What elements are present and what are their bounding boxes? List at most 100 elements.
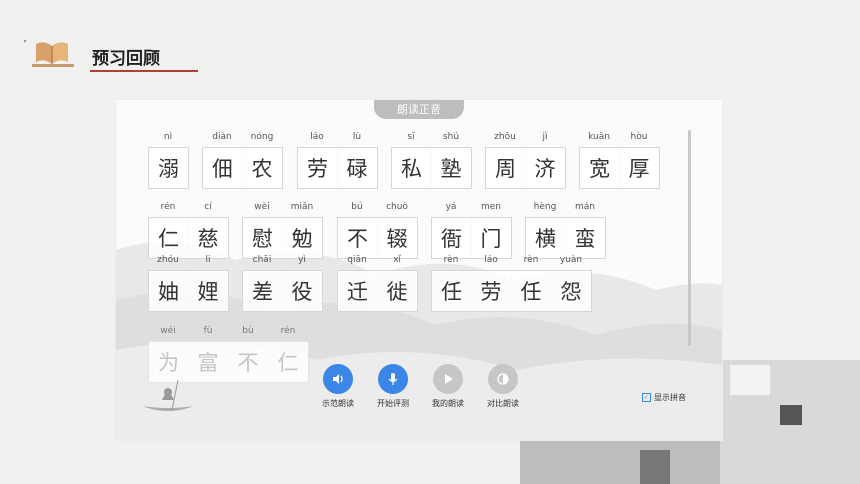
char-cell: nì 溺 — [148, 132, 189, 194]
hanzi-box: 慈 — [188, 217, 229, 259]
hanzi-box: 厚 — [619, 147, 660, 189]
char-cell: chāi 差 — [242, 255, 283, 317]
control-label: 示范朗读 — [322, 399, 354, 408]
hanzi-box: 溺 — [148, 147, 189, 189]
pinyin-label: zhóu — [157, 255, 179, 265]
show-pinyin-toggle[interactable]: ✓ 显示拼音 — [642, 392, 686, 403]
control-button[interactable]: 对比朗读 — [473, 364, 533, 409]
pinyin-label: bú — [351, 202, 363, 212]
compare-icon[interactable] — [488, 364, 518, 394]
hanzi-box: 农 — [242, 147, 283, 189]
hanzi-box: 劳 — [471, 270, 512, 312]
hanzi-box: 衙 — [431, 217, 472, 259]
word-card[interactable]: qiān 迁 xǐ 徙 — [337, 255, 418, 317]
pinyin-label: láo — [484, 255, 498, 265]
pinyin-label: bù — [242, 326, 254, 336]
speaker-icon[interactable] — [323, 364, 353, 394]
char-cell: láo 劳 — [297, 132, 338, 194]
hanzi-box: 辍 — [377, 217, 418, 259]
char-cell: hòu 厚 — [619, 132, 660, 194]
char-cell: sī 私 — [391, 132, 432, 194]
reading-panel: 朗读正音 nì 溺 diàn 佃 nóng 农 láo 劳 lù 碌 sī 私 shú 塾 zhōu 周 jì 济… — [116, 100, 722, 440]
word-card[interactable]: kuān 宽 hòu 厚 — [579, 132, 660, 194]
control-label: 对比朗读 — [487, 399, 519, 408]
word-card[interactable]: sī 私 shú 塾 — [391, 132, 472, 194]
pinyin-label: rén — [280, 326, 296, 336]
word-card[interactable]: zhóu 妯 li 娌 — [148, 255, 229, 317]
char-cell: jì 济 — [525, 132, 566, 194]
control-button[interactable]: 示范朗读 — [308, 364, 368, 409]
word-card[interactable]: láo 劳 lù 碌 — [297, 132, 378, 194]
hanzi-box: 碌 — [337, 147, 378, 189]
title-underline — [90, 70, 198, 72]
char-cell: nóng 农 — [242, 132, 283, 194]
control-label: 我的朗读 — [432, 399, 464, 408]
char-cell: rèn 任 — [511, 255, 552, 317]
char-cell: lù 碌 — [337, 132, 378, 194]
char-cell: láo 劳 — [471, 255, 512, 317]
microphone-icon[interactable] — [378, 364, 408, 394]
hanzi-box: 不 — [228, 341, 269, 383]
char-cell: rèn 任 — [431, 255, 472, 317]
control-button[interactable]: 开始评测 — [363, 364, 423, 409]
pinyin-label: nì — [163, 132, 173, 142]
char-cell: xǐ 徙 — [377, 255, 418, 317]
pinyin-label: rèn — [443, 255, 459, 265]
pinyin-label: wèi — [254, 202, 270, 212]
word-card[interactable]: nì 溺 — [148, 132, 189, 194]
pinyin-label: chāi — [252, 255, 272, 265]
hanzi-box: 蛮 — [565, 217, 606, 259]
hanzi-box: 佃 — [202, 147, 243, 189]
open-book-icon — [23, 39, 74, 67]
char-cell: qiān 迁 — [337, 255, 378, 317]
hanzi-box: 塾 — [431, 147, 472, 189]
hanzi-box: 宽 — [579, 147, 620, 189]
pinyin-label: mán — [575, 202, 595, 212]
char-cell: li 娌 — [188, 255, 229, 317]
char-cell: kuān 宽 — [579, 132, 620, 194]
checkbox-icon[interactable]: ✓ — [642, 393, 651, 402]
pinyin-label: chuò — [386, 202, 408, 212]
pinyin-label: sī — [407, 132, 415, 142]
pinyin-label: jì — [542, 132, 548, 142]
pinyin-label: láo — [310, 132, 324, 142]
pinyin-label: yá — [445, 202, 457, 212]
word-card[interactable]: rèn 任 láo 劳 rèn 任 yuàn 怨 — [431, 255, 592, 317]
pinyin-label: shú — [442, 132, 460, 142]
char-cell: yì 役 — [282, 255, 323, 317]
play-icon[interactable] — [433, 364, 463, 394]
pinyin-label: nóng — [250, 132, 274, 142]
pinyin-label: kuān — [588, 132, 610, 142]
show-pinyin-label: 显示拼音 — [654, 393, 686, 402]
hanzi-box: 怨 — [551, 270, 592, 312]
pinyin-label: lù — [352, 132, 362, 142]
word-card[interactable]: chāi 差 yì 役 — [242, 255, 323, 317]
pinyin-label: hèng — [533, 202, 557, 212]
char-cell: bù 不 — [228, 326, 269, 388]
hanzi-box: 仁 — [148, 217, 189, 259]
pinyin-label: yì — [298, 255, 306, 265]
hanzi-box: 妯 — [148, 270, 189, 312]
pinyin-label: men — [480, 202, 501, 212]
hanzi-box: 劳 — [297, 147, 338, 189]
hanzi-box: 不 — [337, 217, 378, 259]
pinyin-label: qiān — [347, 255, 367, 265]
hanzi-box: 迁 — [337, 270, 378, 312]
char-cell: rén 仁 — [268, 326, 309, 388]
page-title: 预习回顾 — [92, 49, 160, 69]
hanzi-box: 周 — [485, 147, 526, 189]
word-card[interactable]: diàn 佃 nóng 农 — [202, 132, 283, 194]
hanzi-box: 役 — [282, 270, 323, 312]
boat-illustration — [142, 379, 194, 411]
pinyin-label: yuàn — [559, 255, 583, 265]
pinyin-label: rèn — [523, 255, 539, 265]
word-card[interactable]: zhōu 周 jì 济 — [485, 132, 566, 194]
hanzi-box: 慰 — [242, 217, 283, 259]
pinyin-label: xǐ — [393, 255, 401, 265]
char-cell: shú 塾 — [431, 132, 472, 194]
hanzi-box: 任 — [431, 270, 472, 312]
pinyin-label: miǎn — [290, 202, 314, 212]
control-button[interactable]: 我的朗读 — [418, 364, 478, 409]
pinyin-label: li — [205, 255, 211, 265]
pinyin-label: hòu — [630, 132, 648, 142]
